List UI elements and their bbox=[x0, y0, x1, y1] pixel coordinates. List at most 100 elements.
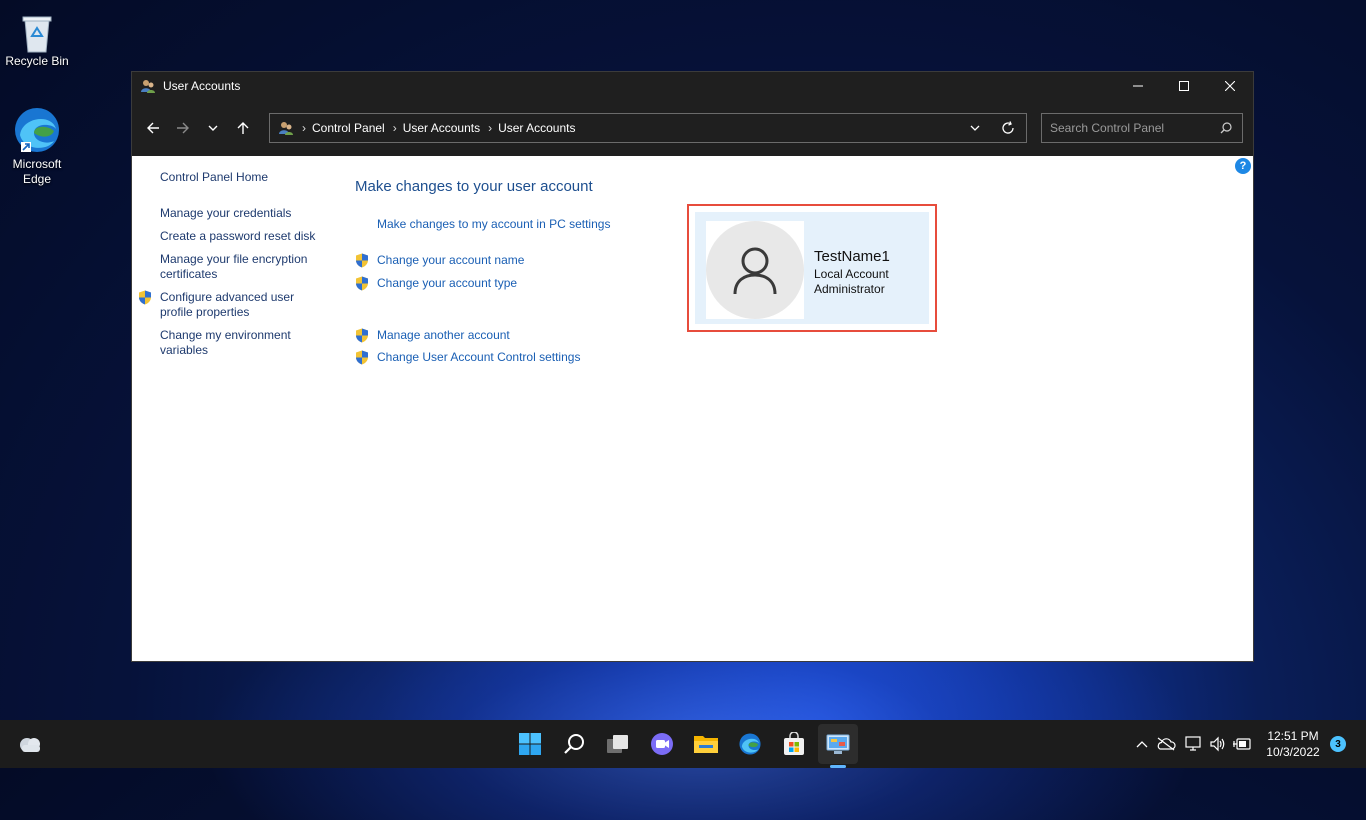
task-view-icon bbox=[607, 735, 628, 753]
location-icon bbox=[278, 120, 294, 136]
minimize-icon bbox=[1133, 85, 1143, 87]
pc-settings-link[interactable]: Make changes to my account in PC setting… bbox=[377, 217, 610, 232]
help-icon: ? bbox=[1239, 160, 1247, 172]
search-button[interactable] bbox=[558, 728, 590, 760]
control-panel-icon bbox=[826, 734, 850, 754]
user-accounts-icon bbox=[140, 78, 156, 94]
up-arrow-icon bbox=[237, 122, 249, 134]
uac-shield-icon bbox=[355, 328, 369, 348]
breadcrumb-control-panel[interactable]: Control Panel bbox=[312, 121, 385, 135]
network-tray[interactable] bbox=[1184, 734, 1204, 754]
recycle-bin-label: Recycle Bin bbox=[5, 54, 69, 68]
search-input[interactable] bbox=[1048, 120, 1212, 136]
back-arrow-icon bbox=[147, 122, 159, 134]
uac-shield-icon bbox=[355, 253, 369, 273]
change-uac-settings-link[interactable]: Change User Account Control settings bbox=[377, 350, 580, 365]
create-password-reset-disk-link[interactable]: Create a password reset disk bbox=[160, 229, 315, 244]
start-button[interactable] bbox=[514, 728, 546, 760]
recycle-bin-icon bbox=[0, 8, 74, 54]
content-area: ? Control Panel Home Manage your credent… bbox=[132, 156, 1253, 661]
address-bar[interactable]: › Control Panel › User Accounts › User A… bbox=[269, 113, 1027, 143]
manage-file-encryption-link[interactable]: Manage your file encryption certificates bbox=[160, 252, 320, 282]
chevron-down-icon bbox=[970, 125, 980, 131]
onedrive-tray[interactable] bbox=[1156, 734, 1176, 754]
chevron-down-icon bbox=[208, 125, 218, 131]
user-accounts-window: User Accounts › Control Panel › User Acc… bbox=[131, 71, 1254, 662]
clock-date: 10/3/2022 bbox=[1266, 745, 1320, 759]
avatar-frame bbox=[706, 221, 804, 319]
edge-label: Microsoft Edge bbox=[12, 157, 62, 186]
chevron-up-icon bbox=[1136, 741, 1148, 748]
edge-icon bbox=[739, 733, 761, 755]
search-box bbox=[1041, 113, 1243, 143]
uac-shield-icon bbox=[138, 290, 152, 310]
address-actions bbox=[960, 114, 1026, 142]
user-account-card[interactable]: TestName1 Local Account Administrator bbox=[687, 204, 937, 332]
weather-widget[interactable] bbox=[14, 728, 46, 760]
manage-credentials-link[interactable]: Manage your credentials bbox=[160, 206, 291, 221]
breadcrumb-separator-icon: › bbox=[302, 121, 306, 135]
manage-another-account-link[interactable]: Manage another account bbox=[377, 328, 510, 343]
refresh-button[interactable] bbox=[990, 114, 1026, 142]
back-button[interactable] bbox=[138, 113, 168, 143]
change-account-type-link[interactable]: Change your account type bbox=[377, 276, 517, 291]
forward-arrow-icon bbox=[177, 122, 189, 134]
address-history-dropdown[interactable] bbox=[960, 114, 990, 142]
clock[interactable]: 12:51 PM 10/3/2022 bbox=[1258, 728, 1328, 760]
breadcrumb-user-accounts[interactable]: User Accounts bbox=[403, 121, 480, 135]
breadcrumb-separator-icon: › bbox=[488, 121, 493, 135]
search-icon[interactable] bbox=[1220, 122, 1232, 134]
file-explorer-icon bbox=[694, 736, 718, 753]
store-icon bbox=[784, 732, 804, 755]
edge-taskbar-button[interactable] bbox=[734, 728, 766, 760]
start-icon bbox=[519, 733, 541, 755]
power-tray[interactable] bbox=[1232, 734, 1252, 754]
search-icon bbox=[564, 734, 584, 754]
chat-button[interactable] bbox=[646, 728, 678, 760]
control-panel-taskbar-button[interactable] bbox=[818, 724, 858, 764]
file-explorer-button[interactable] bbox=[690, 728, 722, 760]
account-type: Local Account bbox=[814, 267, 889, 281]
help-button[interactable]: ? bbox=[1235, 158, 1251, 174]
recent-locations-button[interactable] bbox=[198, 113, 228, 143]
taskbar: 12:51 PM 10/3/2022 3 bbox=[0, 720, 1366, 768]
close-button[interactable] bbox=[1207, 72, 1253, 100]
page-title: Make changes to your user account bbox=[355, 178, 593, 195]
edge-shortcut[interactable]: Microsoft Edge bbox=[0, 103, 74, 187]
configure-advanced-profile-link[interactable]: Configure advanced user profile properti… bbox=[160, 290, 320, 320]
user-silhouette-icon bbox=[733, 247, 777, 295]
task-view-button[interactable] bbox=[602, 728, 634, 760]
user-card-body: TestName1 Local Account Administrator bbox=[695, 212, 929, 324]
forward-button[interactable] bbox=[168, 113, 198, 143]
show-hidden-icons-button[interactable] bbox=[1132, 734, 1152, 754]
user-name: TestName1 bbox=[814, 248, 890, 265]
avatar bbox=[706, 221, 804, 319]
uac-shield-icon bbox=[355, 350, 369, 370]
store-button[interactable] bbox=[778, 728, 810, 760]
account-role: Administrator bbox=[814, 282, 885, 296]
maximize-icon bbox=[1179, 81, 1189, 91]
network-icon bbox=[1185, 736, 1201, 751]
onedrive-offline-icon bbox=[1157, 737, 1176, 751]
battery-plug-icon bbox=[1233, 738, 1251, 750]
breadcrumb-user-accounts-current[interactable]: User Accounts bbox=[498, 121, 575, 135]
window-title: User Accounts bbox=[163, 79, 241, 93]
volume-icon bbox=[1210, 736, 1225, 752]
change-account-name-link[interactable]: Change your account name bbox=[377, 253, 524, 268]
notification-badge[interactable]: 3 bbox=[1330, 736, 1346, 752]
control-panel-home-link[interactable]: Control Panel Home bbox=[160, 170, 268, 185]
chat-icon bbox=[651, 733, 673, 755]
close-icon bbox=[1225, 81, 1235, 91]
minimize-button[interactable] bbox=[1115, 72, 1161, 100]
uac-shield-icon bbox=[355, 276, 369, 296]
refresh-icon bbox=[1002, 121, 1014, 134]
title-bar: User Accounts bbox=[132, 72, 1253, 100]
change-environment-variables-link[interactable]: Change my environment variables bbox=[160, 328, 320, 358]
maximize-button[interactable] bbox=[1161, 72, 1207, 100]
clock-time: 12:51 PM bbox=[1267, 729, 1319, 743]
breadcrumb-separator-icon: › bbox=[392, 121, 397, 135]
weather-cloud-icon bbox=[20, 738, 40, 752]
volume-tray[interactable] bbox=[1208, 734, 1228, 754]
up-button[interactable] bbox=[228, 113, 258, 143]
recycle-bin-shortcut[interactable]: Recycle Bin bbox=[0, 8, 74, 69]
